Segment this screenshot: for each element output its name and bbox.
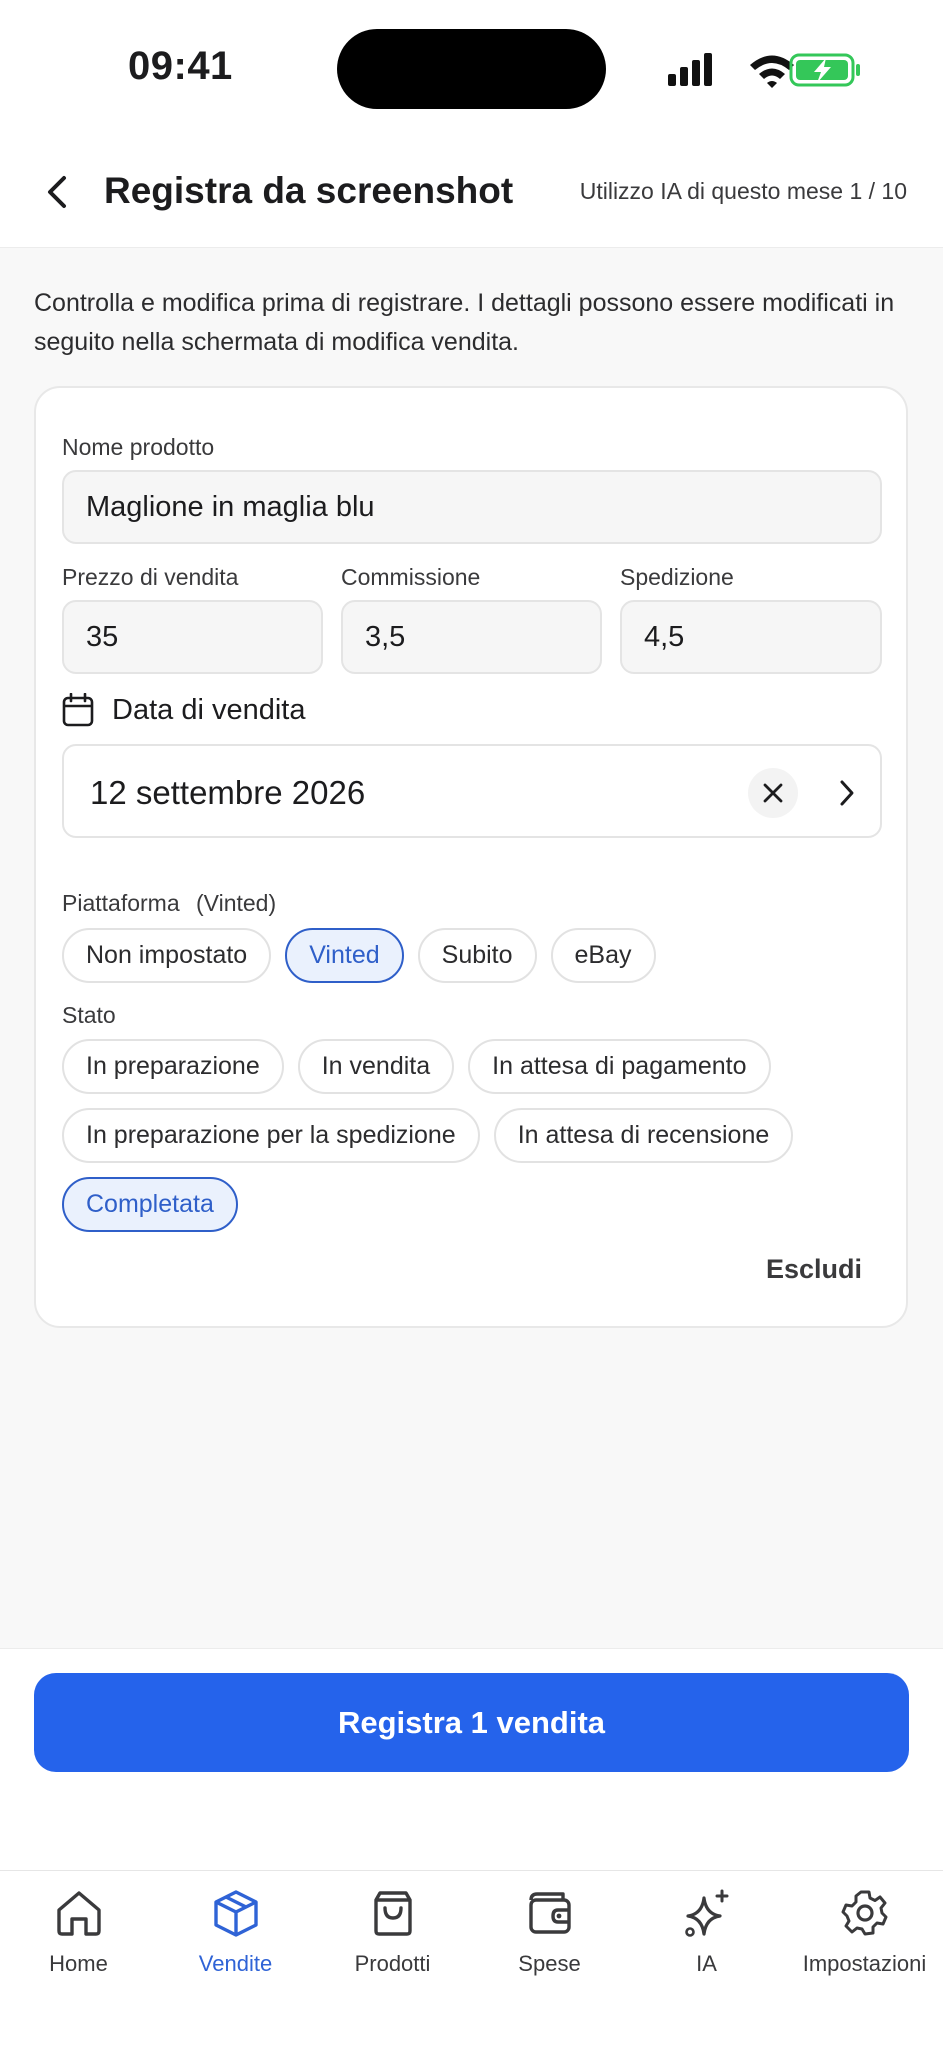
shipping-label: Spedizione bbox=[620, 564, 734, 590]
commission-input[interactable] bbox=[341, 600, 602, 674]
status-chips-row-3: Completata bbox=[62, 1177, 238, 1232]
tab-spese-label: Spese bbox=[518, 1951, 581, 1976]
status-chip-on-sale[interactable]: In vendita bbox=[297, 1039, 455, 1094]
tab-impostazioni[interactable]: Impostazioni bbox=[786, 1885, 943, 1995]
tab-bar: Home Vendite Prodotti Spese IA Impostazi… bbox=[0, 1870, 943, 2049]
platform-label: Piattaforma (Vinted) bbox=[62, 890, 276, 917]
sale-date-value: 12 settembre 2026 bbox=[90, 774, 366, 811]
status-chip-preparing-shipment[interactable]: In preparazione per la spedizione bbox=[62, 1108, 480, 1163]
product-name-input[interactable] bbox=[62, 470, 882, 544]
sale-date-label: Data di vendita bbox=[112, 693, 306, 726]
status-chip-preparing[interactable]: In preparazione bbox=[62, 1039, 284, 1094]
tab-prodotti[interactable]: Prodotti bbox=[314, 1885, 471, 1995]
sale-form-card: Nome prodotto Prezzo di vendita Commissi… bbox=[34, 386, 908, 1328]
open-date-button[interactable] bbox=[822, 768, 872, 818]
close-icon bbox=[763, 783, 783, 803]
sale-date-picker[interactable]: 12 settembre 2026 bbox=[62, 744, 882, 838]
action-area: Registra 1 vendita bbox=[0, 1648, 943, 1870]
ai-usage-counter: Utilizzo IA di questo mese 1 / 10 bbox=[579, 178, 907, 204]
tab-ia[interactable]: IA bbox=[628, 1885, 785, 1995]
chevron-left-icon bbox=[48, 176, 66, 208]
description-text: Controlla e modifica prima di registrare… bbox=[34, 289, 895, 356]
tab-ia-label: IA bbox=[696, 1951, 717, 1976]
product-name-label: Nome prodotto bbox=[62, 434, 215, 460]
platform-chip-ebay[interactable]: eBay bbox=[550, 928, 656, 983]
status-icons bbox=[668, 50, 868, 90]
exclude-button[interactable]: Escludi bbox=[766, 1254, 862, 1285]
commission-label: Commissione bbox=[341, 564, 481, 590]
tab-home[interactable]: Home bbox=[0, 1885, 157, 1995]
platform-chip-vinted[interactable]: Vinted bbox=[285, 928, 404, 983]
platform-label-text: Piattaforma bbox=[62, 890, 180, 916]
tab-prodotti-label: Prodotti bbox=[354, 1951, 431, 1976]
price-label: Prezzo di vendita bbox=[62, 564, 239, 590]
platform-chip-none[interactable]: Non impostato bbox=[62, 928, 272, 983]
status-time: 09:41 bbox=[128, 44, 233, 88]
status-chips-row-1: In preparazione In vendita In attesa di … bbox=[62, 1039, 771, 1094]
tab-spese[interactable]: Spese bbox=[471, 1885, 628, 1995]
back-button[interactable] bbox=[34, 168, 82, 216]
sparkle-icon bbox=[679, 1885, 735, 1941]
status-label: Stato bbox=[62, 1002, 116, 1028]
status-chips-row-2: In preparazione per la spedizione In att… bbox=[62, 1108, 794, 1163]
signal-icon bbox=[668, 53, 712, 86]
page-title: Registra da screenshot bbox=[104, 170, 514, 211]
platform-chip-subito[interactable]: Subito bbox=[417, 928, 537, 983]
shipping-input[interactable] bbox=[620, 600, 882, 674]
register-sale-button[interactable]: Registra 1 vendita bbox=[34, 1673, 909, 1772]
price-input[interactable] bbox=[62, 600, 323, 674]
wifi-icon bbox=[750, 55, 794, 88]
header: Registra da screenshot Utilizzo IA di qu… bbox=[0, 140, 943, 248]
sale-date-heading: Data di vendita bbox=[62, 690, 305, 730]
tab-impostazioni-label: Impostazioni bbox=[802, 1951, 927, 1976]
wallet-icon bbox=[522, 1885, 578, 1941]
platform-selected-hint: (Vinted) bbox=[196, 890, 277, 916]
tab-home-label: Home bbox=[49, 1951, 108, 1976]
home-icon bbox=[51, 1885, 107, 1941]
gear-icon bbox=[837, 1885, 893, 1941]
status-chip-awaiting-review[interactable]: In attesa di recensione bbox=[493, 1108, 794, 1163]
clear-date-button[interactable] bbox=[748, 768, 798, 818]
battery-icon bbox=[789, 53, 860, 87]
tab-vendite[interactable]: Vendite bbox=[157, 1885, 314, 1995]
status-bar: 09:41 bbox=[0, 0, 943, 140]
dynamic-island bbox=[337, 29, 606, 109]
status-chip-awaiting-payment[interactable]: In attesa di pagamento bbox=[468, 1039, 771, 1094]
tab-vendite-label: Vendite bbox=[198, 1951, 273, 1976]
platform-chips: Non impostato Vinted Subito eBay bbox=[62, 928, 656, 983]
chevron-right-icon bbox=[840, 780, 854, 806]
box-icon bbox=[208, 1885, 264, 1941]
shopping-bag-icon bbox=[365, 1885, 421, 1941]
status-chip-completed[interactable]: Completata bbox=[62, 1177, 238, 1232]
calendar-icon bbox=[62, 693, 94, 727]
